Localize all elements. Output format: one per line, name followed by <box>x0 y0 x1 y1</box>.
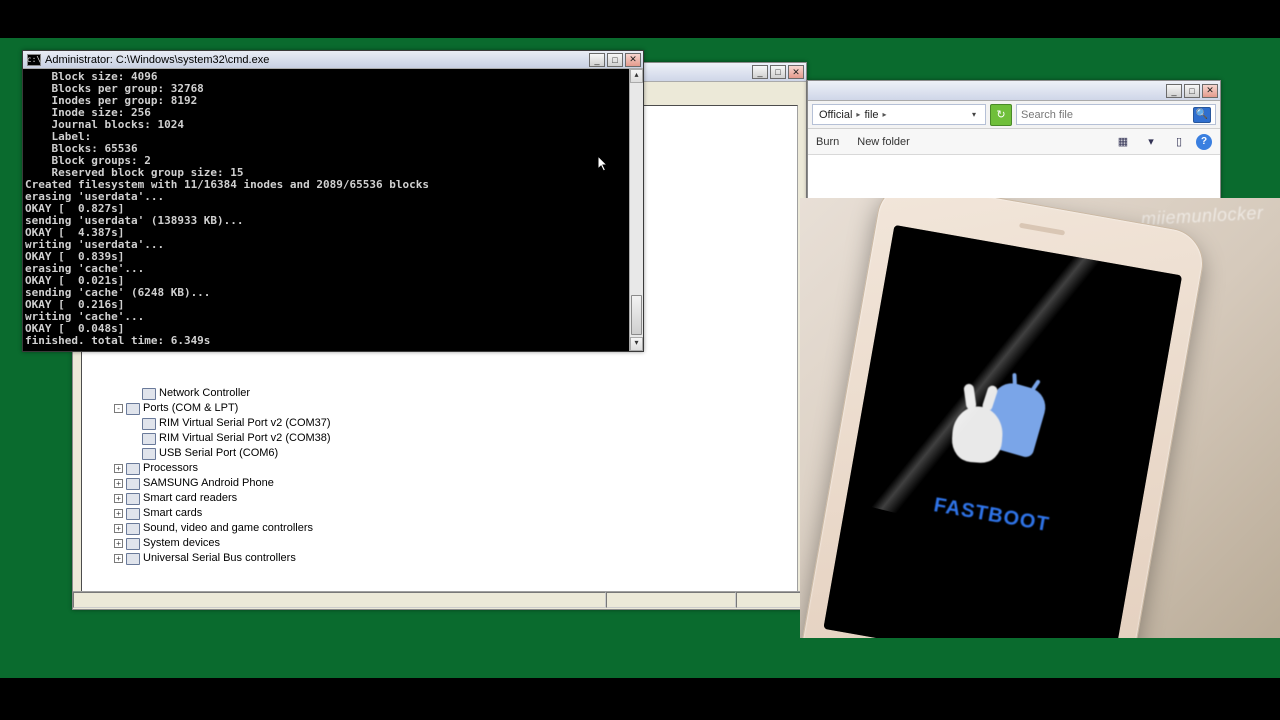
close-button[interactable]: ✕ <box>788 65 804 79</box>
device-label: Smart cards <box>143 506 202 521</box>
view-options-button[interactable]: ▦ <box>1112 132 1134 152</box>
device-label: Ports (COM & LPT) <box>143 401 238 416</box>
spacer <box>130 389 139 398</box>
scrollbar[interactable]: ▴ ▾ <box>629 69 643 351</box>
minimize-button[interactable]: _ <box>752 65 768 79</box>
titlebar[interactable]: c:\ Administrator: C:\Windows\system32\c… <box>23 51 643 69</box>
device-icon <box>126 493 140 505</box>
expand-icon[interactable]: + <box>114 539 123 548</box>
expand-icon[interactable]: + <box>114 494 123 503</box>
close-button[interactable]: ✕ <box>1202 84 1218 98</box>
device-label: RIM Virtual Serial Port v2 (COM38) <box>159 431 331 446</box>
spacer <box>130 419 139 428</box>
titlebar[interactable]: _ □ ✕ <box>808 81 1220 101</box>
command-prompt-window: c:\ Administrator: C:\Windows\system32\c… <box>22 50 644 352</box>
expand-icon[interactable]: + <box>114 524 123 533</box>
device-label: SAMSUNG Android Phone <box>143 476 274 491</box>
burn-button[interactable]: Burn <box>816 136 839 148</box>
breadcrumb-segment[interactable]: Official <box>817 109 854 121</box>
device-icon <box>126 523 140 535</box>
preview-pane-button[interactable]: ▯ <box>1168 132 1190 152</box>
device-label: System devices <box>143 536 220 551</box>
spacer <box>130 434 139 443</box>
phone-photo-overlay: miiemunlocker FASTBOOT <box>800 198 1280 638</box>
maximize-button[interactable]: □ <box>607 53 623 67</box>
expand-icon[interactable]: + <box>114 554 123 563</box>
device-icon <box>126 508 140 520</box>
device-label: Smart card readers <box>143 491 237 506</box>
maximize-button[interactable]: □ <box>1184 84 1200 98</box>
device-label: Sound, video and game controllers <box>143 521 313 536</box>
phone-screen: FASTBOOT <box>823 225 1182 638</box>
device-icon <box>142 418 156 430</box>
device-tree-item[interactable]: RIM Virtual Serial Port v2 (COM37) <box>128 416 793 431</box>
address-bar[interactable]: Official ▸ file ▸ ▾ <box>812 104 986 125</box>
device-icon <box>126 538 140 550</box>
chevron-right-icon[interactable]: ▸ <box>881 110 889 119</box>
status-bar <box>73 591 806 609</box>
chevron-right-icon[interactable]: ▸ <box>854 110 862 119</box>
device-tree-item[interactable]: RIM Virtual Serial Port v2 (COM38) <box>128 431 793 446</box>
device-tree-item[interactable]: - Ports (COM & LPT) <box>112 401 793 416</box>
minimize-button[interactable]: _ <box>1166 84 1182 98</box>
device-label: Universal Serial Bus controllers <box>143 551 296 566</box>
window-title: Administrator: C:\Windows\system32\cmd.e… <box>45 54 269 66</box>
device-tree-item[interactable]: + Smart cards <box>112 506 793 521</box>
device-icon <box>126 553 140 565</box>
help-icon[interactable]: ? <box>1196 134 1212 150</box>
device-label: USB Serial Port (COM6) <box>159 446 278 461</box>
expand-icon[interactable]: + <box>114 509 123 518</box>
device-tree-item[interactable]: Network Controller <box>128 386 793 401</box>
device-icon <box>142 448 156 460</box>
new-folder-button[interactable]: New folder <box>857 136 910 148</box>
scroll-up-button[interactable]: ▴ <box>630 69 643 83</box>
device-label: RIM Virtual Serial Port v2 (COM37) <box>159 416 331 431</box>
refresh-button[interactable]: ↻ <box>990 104 1012 126</box>
spacer <box>130 449 139 458</box>
device-label: Processors <box>143 461 198 476</box>
device-tree-item[interactable]: + Universal Serial Bus controllers <box>112 551 793 566</box>
explorer-toolbar: Burn New folder ▦ ▾ ▯ ? <box>808 129 1220 155</box>
minimize-button[interactable]: _ <box>589 53 605 67</box>
search-input[interactable]: Search file 🔍 <box>1016 104 1216 125</box>
cmd-icon: c:\ <box>27 54 41 66</box>
collapse-icon[interactable]: - <box>114 404 123 413</box>
device-tree-item[interactable]: + Sound, video and game controllers <box>112 521 793 536</box>
device-icon <box>126 463 140 475</box>
phone-speaker <box>1019 223 1065 236</box>
close-button[interactable]: ✕ <box>625 53 641 67</box>
device-icon <box>126 403 140 415</box>
scroll-thumb[interactable] <box>631 295 642 335</box>
expand-icon[interactable]: + <box>114 464 123 473</box>
scroll-down-button[interactable]: ▾ <box>630 337 643 351</box>
fastboot-logo <box>943 368 1070 495</box>
address-bar-row: Official ▸ file ▸ ▾ ↻ Search file 🔍 <box>808 101 1220 129</box>
terminal-output[interactable]: Block size: 4096 Blocks per group: 32768… <box>23 69 629 351</box>
breadcrumb-segment[interactable]: file <box>862 109 880 121</box>
search-icon[interactable]: 🔍 <box>1193 107 1211 123</box>
search-placeholder: Search file <box>1021 109 1073 121</box>
device-tree-item[interactable]: USB Serial Port (COM6) <box>128 446 793 461</box>
fastboot-label: FASTBOOT <box>932 494 1051 537</box>
scroll-track[interactable] <box>630 83 643 337</box>
maximize-button[interactable]: □ <box>770 65 786 79</box>
device-tree-item[interactable]: + SAMSUNG Android Phone <box>112 476 793 491</box>
expand-icon[interactable]: + <box>114 479 123 488</box>
chevron-down-icon[interactable]: ▾ <box>967 110 981 119</box>
device-icon <box>142 388 156 400</box>
device-label: Network Controller <box>159 386 250 401</box>
phone-device: FASTBOOT <box>800 198 1209 638</box>
chevron-down-icon[interactable]: ▾ <box>1140 132 1162 152</box>
device-icon <box>126 478 140 490</box>
device-tree-item[interactable]: + System devices <box>112 536 793 551</box>
device-tree-item[interactable]: + Smart card readers <box>112 491 793 506</box>
device-tree-item[interactable]: + Processors <box>112 461 793 476</box>
device-icon <box>142 433 156 445</box>
